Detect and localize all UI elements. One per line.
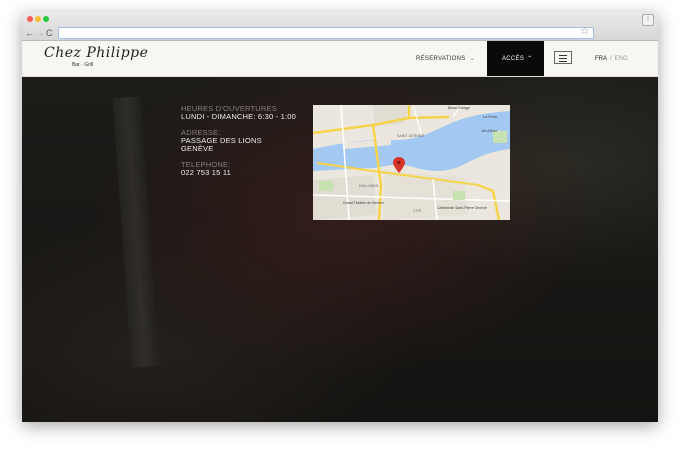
map-label-grand-theatre: Grand Théâtre de Genève <box>343 201 384 205</box>
map-label-jet-deau: Jet d'Eau <box>481 129 497 133</box>
nav-acces[interactable]: ACCÈS ⌃ <box>487 41 544 76</box>
bookmark-star-icon[interactable]: ☆ <box>580 26 589 37</box>
nav-reservations[interactable]: RÉSERVATIONS ⌄ <box>416 55 475 62</box>
nav-acces-label: ACCÈS <box>502 56 525 62</box>
background-knife-image <box>112 96 160 368</box>
profile-icon[interactable]: ↑ <box>642 14 654 26</box>
map-label-hollande: HOLLANDE <box>359 184 379 188</box>
maximize-window-button[interactable] <box>43 16 49 22</box>
contact-info: HEURES D'OUVERTURES LUNDI - DIMANCHE: 6:… <box>181 104 311 177</box>
nav-reservations-label: RÉSERVATIONS <box>416 56 466 62</box>
lang-fra[interactable]: FRA <box>595 56 607 62</box>
browser-window: ↑ ← → C ☆ Chez Philippe Bar · Grill RÉSE… <box>22 12 658 422</box>
minimize-window-button[interactable] <box>35 16 41 22</box>
logo-script: Chez Philippe <box>44 45 149 61</box>
location-map[interactable]: Beau-Rivage La Perle Jet d'Eau SAINT-GER… <box>313 105 510 220</box>
map-label-saint-gervais: SAINT-GERVAIS <box>397 134 425 138</box>
site-logo[interactable]: Chez Philippe Bar · Grill <box>44 45 148 73</box>
address-bar[interactable]: ☆ <box>58 26 594 39</box>
language-switcher: FRA / ENG <box>595 56 628 62</box>
forward-arrow-icon[interactable]: → <box>35 28 44 38</box>
chevron-up-icon: ⌃ <box>527 56 533 62</box>
back-arrow-icon[interactable]: ← <box>25 28 34 38</box>
map-label-beau-rivage: Beau-Rivage <box>448 106 470 110</box>
map-label-la-perle: La Perle <box>483 115 497 119</box>
hamburger-menu-button[interactable] <box>554 51 572 64</box>
site-header: Chez Philippe Bar · Grill RÉSERVATIONS ⌄ … <box>22 41 658 77</box>
lang-separator: / <box>610 56 612 62</box>
hours-value: LUNDI - DIMANCHE: 6:30 - 1:00 <box>181 112 296 121</box>
logo-subtitle: Bar · Grill <box>72 62 94 68</box>
map-label-cite: CITÉ <box>413 208 422 213</box>
address-line-2: GENÈVE <box>181 144 214 153</box>
lang-eng[interactable]: ENG <box>615 56 628 62</box>
close-window-button[interactable] <box>27 16 33 22</box>
map-label-cathedrale: Cathédrale Saint-Pierre Genève <box>437 206 487 210</box>
phone-value[interactable]: 022 753 15 11 <box>181 168 311 178</box>
browser-toolbar: ↑ ← → C ☆ <box>22 12 658 41</box>
chevron-down-icon: ⌄ <box>469 56 475 62</box>
reload-icon[interactable]: C <box>46 28 53 38</box>
